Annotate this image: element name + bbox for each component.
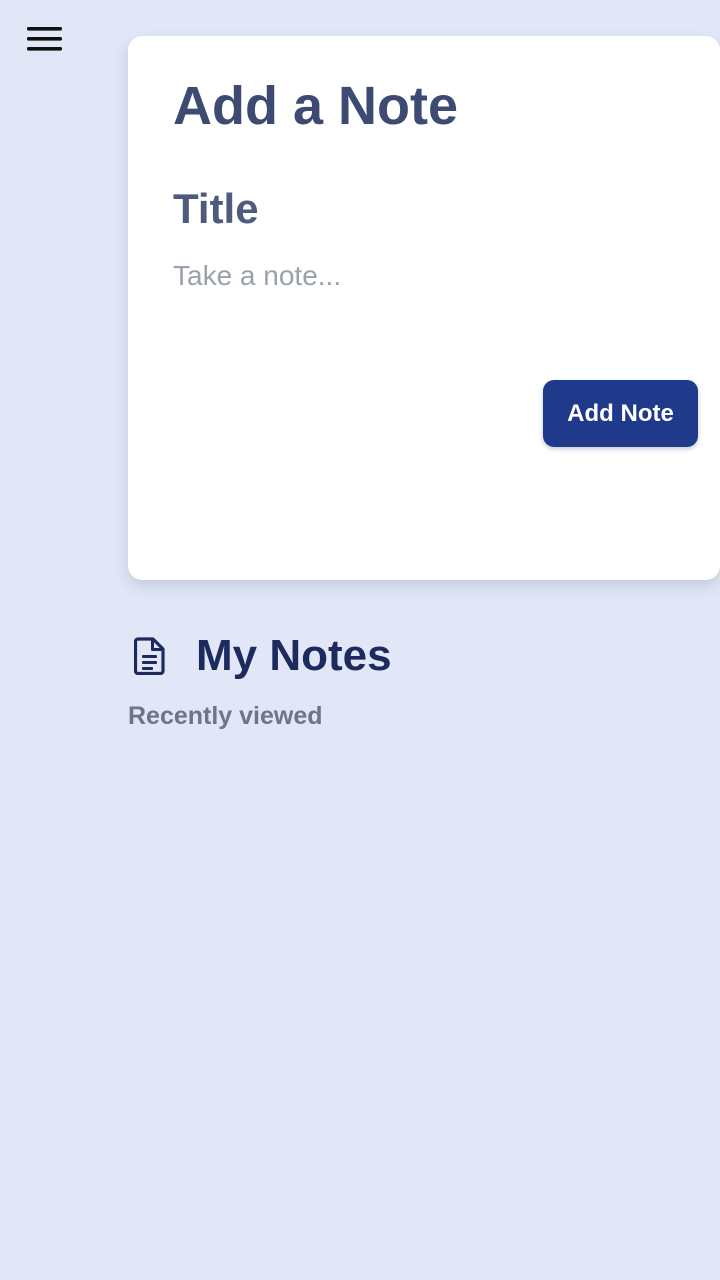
document-icon: [132, 635, 168, 677]
hamburger-menu-icon: [27, 26, 63, 52]
add-note-card: Add a Note Add Note: [128, 36, 720, 580]
card-heading: Add a Note: [173, 76, 459, 136]
add-note-button[interactable]: Add Note: [543, 380, 698, 447]
my-notes-header: My Notes: [128, 628, 688, 684]
my-notes-section: My Notes Recently viewed: [128, 628, 688, 731]
note-title-input[interactable]: [173, 182, 673, 236]
my-notes-title: My Notes: [196, 631, 392, 680]
recently-viewed-label: Recently viewed: [128, 702, 323, 730]
note-body-textarea[interactable]: [173, 258, 673, 378]
menu-button[interactable]: [22, 20, 68, 58]
